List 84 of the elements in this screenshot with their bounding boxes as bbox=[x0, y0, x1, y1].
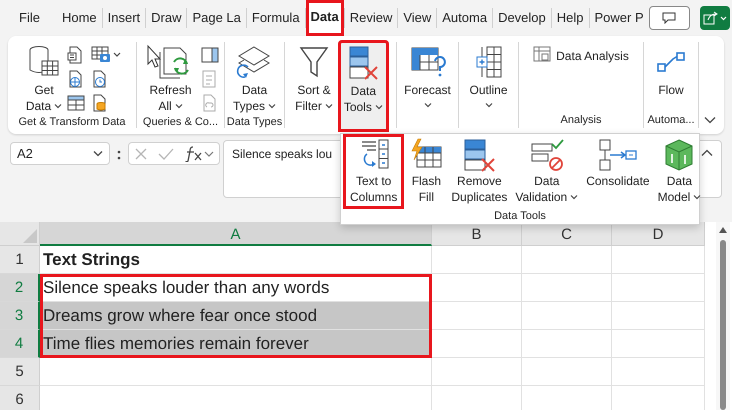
database-file-icon bbox=[91, 94, 108, 112]
ribbon-button[interactable]: Flash Fill bbox=[406, 134, 446, 207]
remove-duplicates-icon bbox=[462, 138, 496, 172]
group-label: Analysis bbox=[560, 113, 602, 128]
table-cell: Dreams grow where fear once stood bbox=[40, 302, 432, 330]
group-label: Queries & Co... bbox=[142, 115, 220, 130]
panel-icon bbox=[200, 47, 218, 63]
ribbon-button[interactable]: Data Tools bbox=[338, 40, 389, 132]
scroll-up-icon[interactable] bbox=[718, 226, 728, 234]
name-box[interactable]: A2 bbox=[10, 142, 110, 165]
comments-button[interactable] bbox=[648, 6, 690, 30]
menu-tab[interactable]: Draw bbox=[146, 0, 186, 36]
ribbon-button[interactable]: Data Model bbox=[654, 134, 704, 207]
menu-tab[interactable]: Home bbox=[56, 0, 102, 36]
menu-tab[interactable]: Review bbox=[344, 0, 398, 36]
collapse-ribbon-icon[interactable] bbox=[704, 116, 716, 124]
chevron-down-icon bbox=[54, 103, 62, 109]
link-file-icon bbox=[200, 94, 216, 112]
row-header[interactable]: 4 bbox=[0, 330, 40, 358]
data-analysis-icon bbox=[533, 46, 552, 62]
ribbon-button[interactable]: Refresh All bbox=[142, 42, 198, 114]
group-label: Get & Transform Data bbox=[18, 115, 126, 130]
check-icon[interactable] bbox=[158, 146, 174, 160]
comment-icon bbox=[662, 12, 676, 24]
corner-triangle-icon bbox=[23, 229, 37, 243]
ribbon-button[interactable]: Data Analysis bbox=[531, 42, 631, 69]
text-file-icon bbox=[67, 46, 84, 64]
ribbon-button[interactable]: Outline bbox=[466, 42, 511, 108]
ribbon-button[interactable]: Flow bbox=[653, 42, 689, 98]
chevron-down-icon bbox=[268, 103, 276, 109]
chevron-down-icon bbox=[324, 103, 333, 109]
table-cell: Text Strings bbox=[40, 246, 432, 274]
column-header[interactable]: A bbox=[40, 222, 432, 246]
menu-tab[interactable]: File bbox=[14, 0, 45, 36]
chevron-down-icon bbox=[570, 194, 578, 200]
menu-tab[interactable]: Power P bbox=[589, 0, 649, 36]
share-button[interactable] bbox=[700, 6, 730, 30]
chevron-down-icon bbox=[374, 104, 383, 110]
row-header[interactable]: 5 bbox=[0, 358, 40, 386]
ribbon-button[interactable]: Remove Duplicates bbox=[448, 134, 510, 207]
group-label: Automa... bbox=[646, 113, 696, 128]
menu-tab[interactable]: Help bbox=[552, 0, 588, 36]
ribbon-button[interactable]: Consolidate bbox=[583, 134, 653, 191]
ribbon-button[interactable]: Data Types bbox=[230, 42, 279, 114]
chevron-down-icon bbox=[424, 102, 432, 108]
data-tools-icon bbox=[347, 45, 380, 81]
ribbon-button[interactable]: Forecast bbox=[401, 42, 454, 108]
row-header[interactable]: 6 bbox=[0, 386, 40, 410]
ribbon-button[interactable]: Sort & Filter bbox=[292, 42, 336, 114]
more-icon[interactable] bbox=[117, 148, 121, 162]
ribbon-button[interactable]: Text to Columns bbox=[343, 134, 404, 209]
menu-tab[interactable]: Insert bbox=[102, 0, 146, 36]
chevron-down-icon bbox=[484, 102, 492, 108]
layers-icon bbox=[236, 45, 272, 79]
chevron-down-icon bbox=[174, 103, 183, 109]
chevron-down-icon bbox=[693, 194, 702, 200]
vertical-scrollbar[interactable] bbox=[716, 222, 730, 410]
row-header[interactable]: 3 bbox=[0, 302, 40, 330]
menu-tab[interactable]: Develop bbox=[493, 0, 551, 36]
consolidate-icon bbox=[598, 138, 638, 172]
chevron-up-icon[interactable] bbox=[701, 149, 713, 157]
table-icon bbox=[67, 95, 86, 111]
chevron-down-icon bbox=[93, 150, 103, 157]
funnel-icon bbox=[298, 45, 329, 79]
group-label: Data Types bbox=[226, 115, 284, 130]
ribbon-button[interactable]: Data Validation bbox=[512, 134, 582, 207]
row-header[interactable]: 2 bbox=[0, 274, 40, 302]
data-validation-icon bbox=[528, 138, 565, 172]
table-camera-icon bbox=[91, 46, 122, 64]
group-label: Data Tools bbox=[493, 209, 547, 224]
forecast-icon bbox=[410, 45, 446, 79]
web-file-icon bbox=[67, 70, 84, 88]
data-model-icon bbox=[663, 138, 696, 172]
menu-tab[interactable]: Formula bbox=[246, 0, 305, 36]
share-icon bbox=[703, 11, 728, 25]
row-header[interactable]: 1 bbox=[0, 246, 40, 274]
clock-file-icon bbox=[91, 70, 108, 88]
menu-tab[interactable]: Page La bbox=[187, 0, 246, 36]
menu-tab[interactable]: Automa bbox=[437, 0, 492, 36]
menu-tab[interactable]: Data bbox=[306, 0, 344, 36]
ribbon-button[interactable]: Get Data bbox=[22, 42, 66, 114]
function-icon[interactable] bbox=[184, 146, 214, 162]
menu-tab[interactable]: View bbox=[398, 0, 436, 36]
properties-icon bbox=[200, 70, 216, 88]
